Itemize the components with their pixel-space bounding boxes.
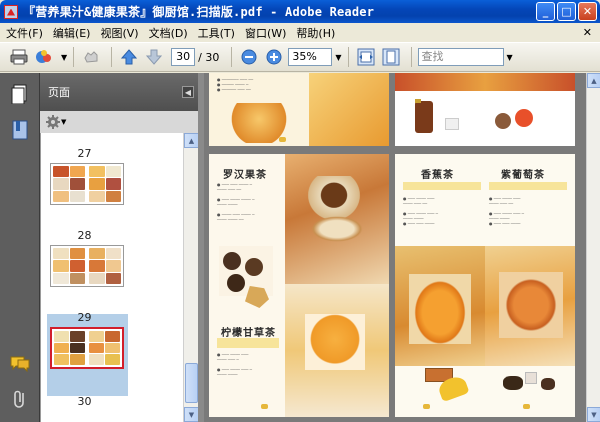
menu-file[interactable]: 文件(F) [6, 25, 43, 41]
fit-page-icon[interactable] [380, 46, 402, 68]
toolbar-separator [111, 47, 113, 67]
maximize-button[interactable]: □ [557, 2, 576, 21]
panel-splitter[interactable] [198, 73, 204, 422]
page-thumbnail[interactable] [50, 163, 124, 205]
menu-tools[interactable]: 工具(T) [198, 25, 235, 41]
thumbnail-label: 29 [77, 311, 92, 324]
pdf-page-left: 罗汉果茶 ● ─── ─── ──── ─ ──── ─── ── ● ─── ──… [209, 154, 389, 417]
toolbar-separator [73, 47, 75, 67]
collapse-panel-icon[interactable]: ◀ [182, 86, 194, 98]
page-number-input[interactable]: 30 [171, 48, 196, 66]
search-dropdown-icon[interactable]: ▼ [507, 53, 513, 62]
thumbnail-label: 27 [77, 147, 92, 160]
document-view[interactable]: ● ─────── ─── ── ● ───── ──── ─ ● ────── ─… [198, 73, 586, 422]
recipe-title: 紫葡萄茶 [501, 170, 545, 181]
comments-icon[interactable] [9, 353, 31, 375]
scrollbar-thumb[interactable] [185, 363, 198, 403]
toolbar: ▼ 30 / 30 35% ▼ 查找 ▼ [0, 42, 600, 72]
print-icon[interactable] [8, 46, 30, 68]
adobe-reader-icon [4, 4, 18, 19]
scroll-down-icon[interactable]: ▼ [587, 407, 600, 422]
document-scrollbar[interactable]: ▲ ▼ [586, 73, 600, 422]
title-bar: 『营养果汁&健康果茶』御厨馆.扫描版.pdf - Adobe Reader _ … [0, 0, 600, 23]
menu-edit[interactable]: 编辑(E) [53, 25, 91, 41]
toolbar-separator [347, 47, 349, 67]
page-total: / 30 [198, 50, 220, 64]
panel-header: 页面 ◀ [40, 73, 198, 111]
menu-document[interactable]: 文档(D) [149, 25, 188, 41]
window-title: 『营养果汁&健康果茶』御厨馆.扫描版.pdf - Adobe Reader [23, 5, 375, 19]
menu-help[interactable]: 帮助(H) [296, 25, 335, 41]
fit-width-icon[interactable] [355, 46, 377, 68]
bookmarks-panel-icon[interactable] [9, 119, 31, 141]
navigation-rail [0, 73, 40, 422]
search-input[interactable]: 查找 [417, 48, 504, 66]
page-thumbnail-selected[interactable] [50, 327, 124, 369]
thumbnail-label: 28 [77, 229, 92, 242]
pdf-page-left-previous: ● ─────── ─── ── ● ───── ──── ─ ● ────── ─… [209, 73, 389, 146]
pages-panel-icon[interactable] [9, 83, 31, 105]
menu-window[interactable]: 窗口(W) [245, 25, 286, 41]
recipe-title: 罗汉果茶 [223, 170, 267, 181]
zoom-level-field[interactable]: 35% [288, 48, 333, 66]
close-button[interactable]: ✕ [578, 2, 597, 21]
menu-bar: 文件(F) 编辑(E) 视图(V) 文档(D) 工具(T) 窗口(W) 帮助(H… [0, 23, 600, 42]
scroll-down-icon[interactable]: ▼ [184, 407, 199, 422]
chevron-down-icon[interactable]: ▼ [61, 53, 67, 62]
pdf-page-right: 香蕉茶 紫葡萄茶 ● ─── ──── ─── ──── ─── ── ● ─── … [395, 154, 575, 417]
zoom-in-icon[interactable] [263, 46, 285, 68]
toolbar-separator [410, 47, 412, 67]
close-document-icon[interactable]: ✕ [583, 26, 592, 39]
thumbnail-scrollbar[interactable]: ▲ ▼ [183, 133, 199, 422]
previous-page-icon[interactable] [118, 46, 140, 68]
zoom-dropdown-icon[interactable]: ▼ [335, 53, 341, 62]
panel-options-bar: ▼ [40, 111, 198, 133]
options-gear-icon[interactable]: ▼ [46, 115, 66, 129]
pdf-page-right-previous [395, 73, 575, 146]
thumbnail-label: 30 [77, 395, 92, 408]
collaborate-icon[interactable] [33, 46, 55, 68]
menu-view[interactable]: 视图(V) [100, 25, 138, 41]
window-controls: _ □ ✕ [536, 2, 597, 21]
next-page-icon[interactable] [143, 46, 165, 68]
zoom-out-icon[interactable] [238, 46, 260, 68]
recipe-title: 香蕉茶 [421, 170, 454, 181]
scroll-up-icon[interactable]: ▲ [587, 73, 600, 88]
recipe-title: 柠檬甘草茶 [221, 328, 276, 339]
page-thumbnail[interactable] [50, 245, 124, 287]
toolbar-separator [231, 47, 233, 67]
minimize-button[interactable]: _ [536, 2, 555, 21]
scroll-up-icon[interactable]: ▲ [184, 133, 199, 148]
hand-tool-icon[interactable] [80, 46, 102, 68]
panel-title: 页面 [48, 86, 70, 99]
thumbnail-list[interactable]: 27 28 29 30 [40, 133, 183, 422]
